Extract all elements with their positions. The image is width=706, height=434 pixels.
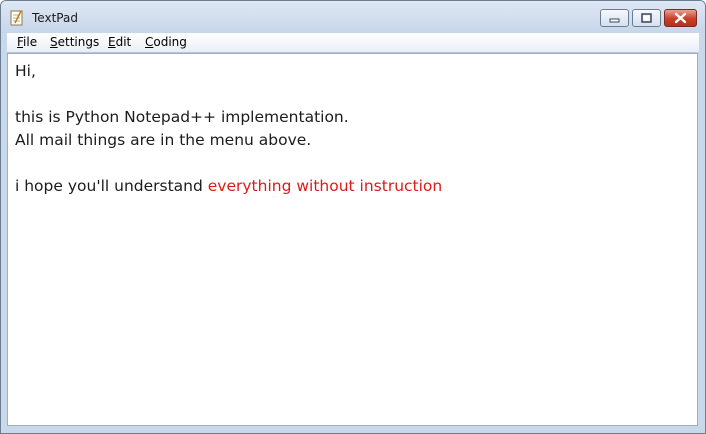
menu-edit[interactable]: Edit bbox=[108, 35, 131, 49]
text-editor[interactable]: Hi, this is Python Notepad++ implementat… bbox=[7, 53, 698, 426]
text-line: All mail things are in the menu above. bbox=[15, 131, 312, 149]
text-line: i hope you'll understand everything with… bbox=[15, 175, 442, 198]
close-button[interactable] bbox=[664, 9, 697, 27]
window-title: TextPad bbox=[32, 11, 78, 25]
minimize-button[interactable] bbox=[600, 9, 629, 27]
maximize-icon bbox=[641, 13, 652, 23]
text-line: this is Python Notepad++ implementation. bbox=[15, 108, 349, 126]
menu-coding[interactable]: Coding bbox=[145, 35, 187, 49]
close-icon bbox=[674, 12, 687, 24]
title-bar[interactable]: TextPad bbox=[1, 1, 705, 33]
menu-bar: File Settings Edit Coding bbox=[7, 33, 699, 53]
highlighted-text: everything without instruction bbox=[207, 177, 443, 195]
text-line bbox=[15, 152, 442, 175]
notepad-icon bbox=[10, 10, 23, 26]
menu-settings[interactable]: Settings bbox=[50, 35, 99, 49]
text-line bbox=[15, 83, 442, 106]
minimize-icon bbox=[609, 18, 620, 23]
menu-file[interactable]: File bbox=[17, 35, 37, 49]
editor-content[interactable]: Hi, this is Python Notepad++ implementat… bbox=[15, 60, 442, 198]
text-line: Hi, bbox=[15, 62, 36, 80]
app-window: TextPad File Settings Edit Coding Hi, th… bbox=[0, 0, 706, 434]
plain-text: i hope you'll understand bbox=[15, 177, 208, 195]
maximize-button[interactable] bbox=[632, 9, 661, 27]
